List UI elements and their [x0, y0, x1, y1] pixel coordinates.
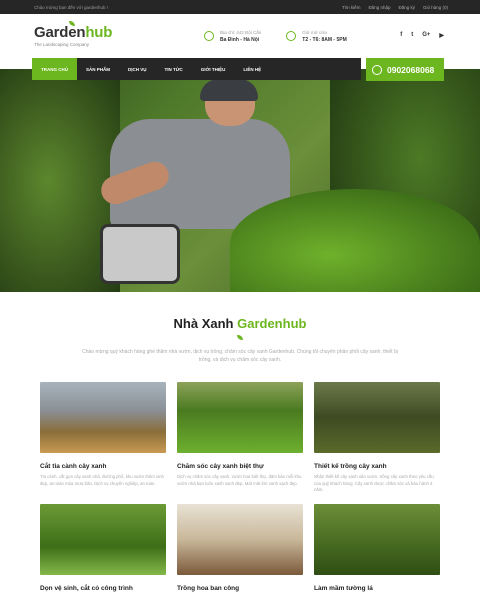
intro-section: Nhà Xanh Gardenhub Chào mừng quý khách h…	[0, 316, 480, 364]
nav-about[interactable]: GIỚI THIỆU	[192, 58, 235, 80]
leaf-icon	[237, 334, 243, 340]
logo-part1: Garden	[34, 23, 86, 41]
top-links: Tìm kiếm Đăng nhập Đăng ký Giỏ hàng (0)	[342, 5, 448, 10]
service-title[interactable]: Dọn vệ sinh, cắt cỏ công trình	[40, 585, 166, 592]
title-divider	[195, 334, 285, 340]
service-card[interactable]: Chăm sóc cây xanh biệt thự Dịch vụ chăm …	[177, 382, 303, 494]
facebook-icon[interactable]: f	[400, 32, 402, 39]
clock-icon	[286, 31, 297, 41]
hero-trimmer-engine	[100, 224, 180, 284]
logo-name: Gardenhub	[34, 20, 134, 41]
address-value: Ba Đình - Hà Nội	[220, 36, 260, 43]
service-image-villa-care[interactable]	[177, 382, 303, 453]
hero-banner	[0, 69, 480, 292]
google-plus-icon[interactable]: G+	[422, 32, 430, 39]
hotline-button[interactable]: 0902068068	[366, 58, 444, 81]
phone-icon	[372, 64, 382, 75]
service-title[interactable]: Làm mầm tường lá	[314, 585, 440, 592]
section-title-part2: Gardenhub	[237, 316, 307, 331]
hotline-number: 0902068068	[387, 64, 435, 75]
login-link[interactable]: Đăng nhập	[368, 5, 390, 10]
hours-block: Giờ mở cửa T2 - T6: 8AM - 5PM	[286, 29, 347, 43]
service-image-pruning[interactable]	[40, 382, 166, 453]
leaf-icon	[69, 20, 75, 26]
welcome-text: Chào mừng bạn đến với gardenhub !	[34, 4, 109, 10]
logo-tagline: The Landscaping Company	[34, 41, 90, 47]
section-title: Nhà Xanh Gardenhub	[0, 316, 480, 331]
service-description: Nhận thiết kế cây xanh sân vườn, trồng c…	[314, 474, 434, 492]
header: Gardenhub The Landscaping Company Địa ch…	[0, 14, 480, 58]
logo-part2: hub	[85, 23, 113, 41]
hero-bush	[230, 189, 480, 292]
top-bar: Chào mừng bạn đến với gardenhub ! Tìm ki…	[0, 0, 480, 14]
service-title[interactable]: Cắt tỉa cành cây xanh	[40, 463, 166, 470]
address-label: Địa chỉ: 442 Đội Cấn	[220, 29, 262, 35]
hours-value: T2 - T6: 8AM - 5PM	[302, 36, 347, 43]
search-link[interactable]: Tìm kiếm	[342, 5, 361, 10]
service-card[interactable]: Thiết kế trồng cây xanh Nhận thiết kế câ…	[314, 382, 440, 494]
section-title-part1: Nhà Xanh	[173, 316, 238, 331]
service-description: Tỉa cành, cắt gọn cây xanh nhà, đường ph…	[40, 474, 164, 486]
nav-contact[interactable]: LIÊN HỆ	[234, 58, 270, 80]
social-links: f t G+ ▶	[400, 32, 444, 39]
logo[interactable]: Gardenhub The Landscaping Company	[34, 20, 134, 47]
service-title[interactable]: Thiết kế trồng cây xanh	[314, 463, 440, 470]
register-link[interactable]: Đăng ký	[398, 5, 415, 10]
hero-gardener-cap	[200, 79, 258, 101]
twitter-icon[interactable]: t	[411, 32, 413, 39]
main-nav: TRANG CHỦ SẢN PHẨM DỊCH VỤ TIN TỨC GIỚI …	[32, 58, 361, 80]
service-card[interactable]: Làm mầm tường lá	[314, 503, 440, 592]
service-description: Dịch vụ chăm sóc cây xanh, vườn hoa biệt…	[177, 474, 302, 486]
nav-home[interactable]: TRANG CHỦ	[32, 58, 77, 80]
services-grid: Cắt tỉa cành cây xanh Tỉa cành, cắt gọn …	[40, 382, 440, 592]
service-title[interactable]: Chăm sóc cây xanh biệt thự	[177, 463, 303, 470]
nav-news[interactable]: TIN TỨC	[156, 58, 192, 80]
service-image-mowing[interactable]	[40, 503, 166, 575]
service-image-design[interactable]	[314, 382, 440, 453]
youtube-icon[interactable]: ▶	[439, 32, 444, 39]
cart-link[interactable]: Giỏ hàng (0)	[423, 5, 448, 10]
service-title[interactable]: Trồng hoa ban công	[177, 585, 303, 592]
section-description: Chào mừng quý khách hàng ghé thăm nhà vư…	[82, 349, 398, 363]
service-card[interactable]: Dọn vệ sinh, cắt cỏ công trình	[40, 503, 166, 592]
service-image-green-wall[interactable]	[314, 503, 440, 575]
service-card[interactable]: Trồng hoa ban công	[177, 503, 303, 592]
nav-services[interactable]: DỊCH VỤ	[119, 58, 156, 80]
service-image-balcony[interactable]	[177, 503, 303, 575]
service-card[interactable]: Cắt tỉa cành cây xanh Tỉa cành, cắt gọn …	[40, 382, 166, 494]
nav-products[interactable]: SẢN PHẨM	[77, 58, 119, 80]
hours-label: Giờ mở cửa	[302, 29, 327, 35]
location-icon	[204, 31, 214, 41]
address-block: Địa chỉ: 442 Đội Cấn Ba Đình - Hà Nội	[204, 30, 261, 43]
